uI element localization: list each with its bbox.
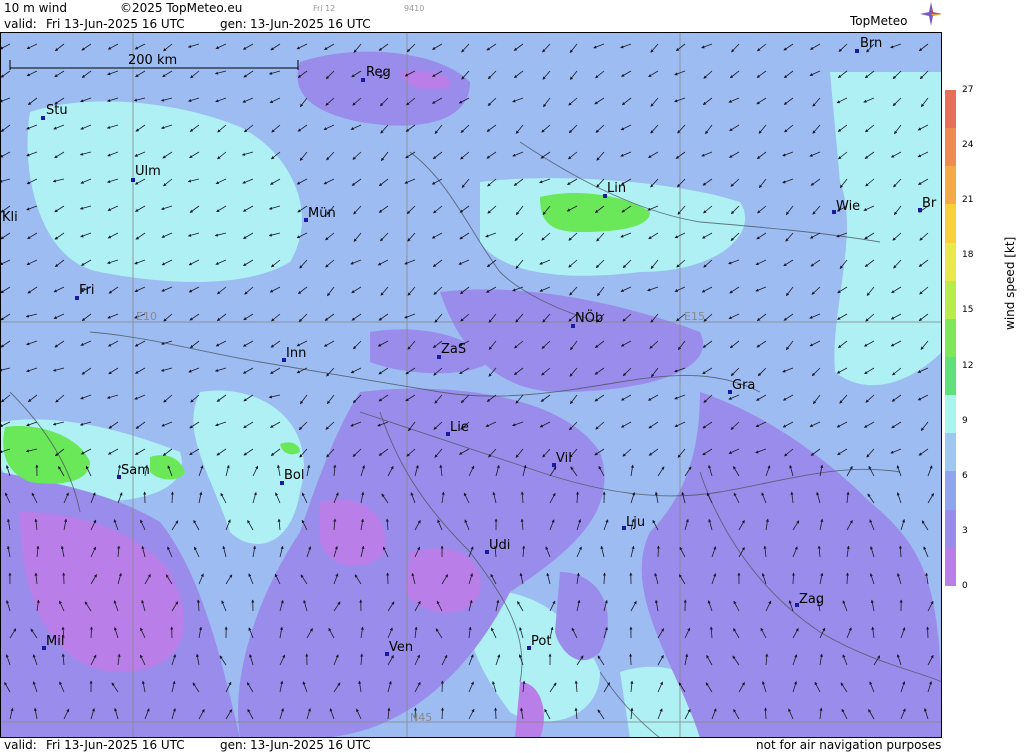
grid-label-n45: N45 — [410, 711, 432, 724]
map-header: 10 m wind ©2025 TopMeteo.eu Fri 12 9410 … — [0, 0, 1034, 32]
city-label-nob[interactable]: NÖb — [575, 309, 603, 326]
colorbar-tick-label: 0 — [962, 581, 968, 591]
colorbar-segment — [945, 547, 956, 586]
city-label-vil[interactable]: Vil — [556, 451, 572, 466]
faint-day-label: Fri 12 — [313, 4, 336, 13]
wind-arrow — [926, 626, 930, 639]
city-label-brn[interactable]: Brn — [860, 36, 882, 51]
footer-valid-label: valid: — [4, 738, 37, 752]
map-footer: valid: Fri 13-Jun-2025 16 UTC gen: 13-Ju… — [0, 738, 1034, 753]
city-label-reg[interactable]: Reg — [366, 65, 391, 80]
city-dot — [361, 78, 365, 82]
colorbar-segment — [945, 509, 956, 548]
footer-disclaimer: not for air navigation purposes — [756, 738, 942, 752]
colorbar-segment — [945, 433, 956, 472]
colorbar-segment — [945, 166, 956, 205]
city-dot — [41, 116, 45, 120]
wind-arrow — [629, 653, 633, 666]
city-label-lie[interactable]: Lie — [450, 420, 469, 435]
city-label-ulm[interactable]: Ulm — [135, 164, 161, 179]
brand-logo-text[interactable]: TopMeteo — [850, 14, 907, 28]
scale-label: 200 km — [128, 53, 177, 68]
copyright-text: ©2025 TopMeteo.eu — [120, 1, 243, 15]
grid-label-e10: E10 — [136, 310, 157, 323]
compass-star-icon — [920, 2, 942, 26]
colorbar-segment — [945, 204, 956, 243]
wind-arrow — [494, 707, 498, 720]
colorbar-segment — [945, 280, 956, 319]
colorbar-segment — [945, 90, 956, 129]
city-label-stu[interactable]: Stu — [46, 103, 68, 118]
colorbar-segment — [945, 471, 956, 510]
gen-label: gen: — [220, 17, 247, 31]
grid-label-e15: E15 — [684, 310, 705, 323]
city-label-fri[interactable]: Fri — [79, 283, 95, 298]
colorbar-segment — [945, 318, 956, 357]
colorbar-tick-label: 9 — [962, 415, 968, 426]
wind-map[interactable]: 200 km E10 E15 N45 Reg Brn Stu Ulm Lin M… — [0, 32, 942, 738]
colorbar-tick-label: 3 — [962, 525, 968, 536]
colorbar-segment — [945, 356, 956, 396]
colorbar-tick-label: 12 — [962, 360, 974, 371]
city-label-pot[interactable]: Pot — [531, 634, 551, 649]
footer-valid-time: Fri 13-Jun-2025 16 UTC — [46, 738, 185, 752]
colorbar-tick-label: 18 — [962, 250, 974, 261]
city-label-bol[interactable]: Bol — [284, 468, 304, 483]
city-label-inn[interactable]: Inn — [286, 346, 306, 361]
wind-arrow — [656, 545, 660, 558]
city-label-mun[interactable]: Mün — [308, 206, 336, 221]
city-label-sam[interactable]: Sam — [121, 463, 150, 478]
colorbar-tick-label: 6 — [962, 470, 968, 481]
city-label-lju[interactable]: Lju — [626, 515, 645, 530]
city-label-mil[interactable]: Mil — [46, 634, 64, 649]
colorbar-segment — [945, 128, 956, 167]
city-dot — [855, 49, 859, 53]
city-label-br[interactable]: Br — [922, 196, 937, 211]
colorbar-tick-label: 21 — [962, 195, 974, 206]
valid-label: valid: — [4, 17, 37, 31]
wind-arrow — [170, 491, 174, 504]
colorbar-title: wind speed [kt] — [1003, 236, 1017, 330]
faint-code-label: 9410 — [404, 4, 425, 13]
gen-time: 13-Jun-2025 16 UTC — [250, 17, 371, 31]
footer-gen-time: 13-Jun-2025 16 UTC — [250, 738, 371, 752]
product-title: 10 m wind — [4, 1, 67, 15]
colorbar-tick-label: 15 — [962, 305, 974, 316]
city-label-zag[interactable]: Zag — [799, 592, 824, 607]
city-label-gra[interactable]: Gra — [732, 378, 755, 393]
wind-speed-colorbar — [945, 90, 956, 586]
city-label-ven[interactable]: Ven — [389, 640, 413, 655]
colorbar-tick-label: 27 — [962, 85, 974, 95]
wind-arrow — [764, 707, 768, 720]
city-label-kli[interactable]: Kli — [2, 210, 18, 225]
colorbar-tick-label: 24 — [962, 140, 974, 151]
footer-gen-label: gen: — [220, 738, 247, 752]
city-label-lin[interactable]: Lin — [607, 181, 626, 196]
city-label-zas[interactable]: ZaS — [441, 342, 466, 357]
wind-arrow — [440, 680, 444, 693]
colorbar-segment — [945, 242, 956, 281]
city-label-wie[interactable]: Wie — [836, 199, 860, 214]
colorbar-segment — [945, 395, 956, 434]
valid-time: Fri 13-Jun-2025 16 UTC — [46, 17, 185, 31]
city-label-udi[interactable]: Udi — [489, 538, 510, 553]
